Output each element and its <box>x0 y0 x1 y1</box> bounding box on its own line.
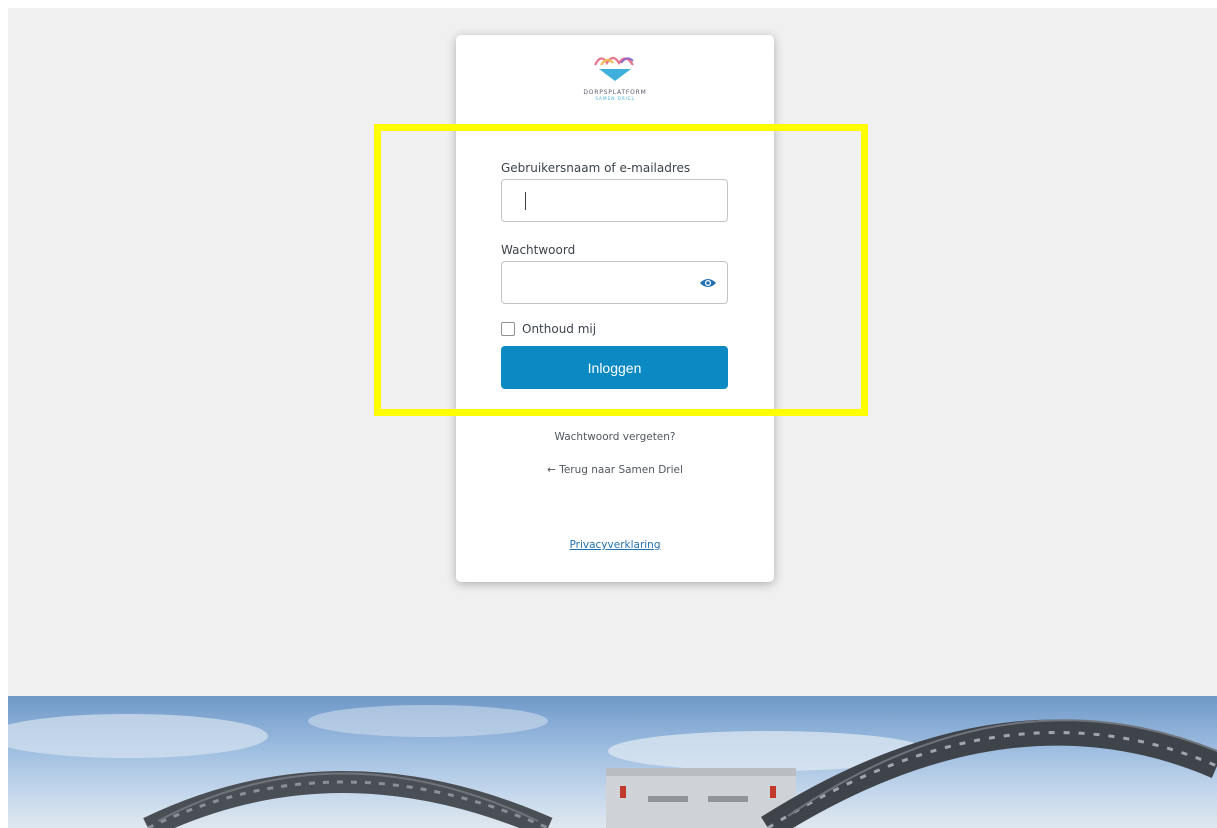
logo-subtitle: SAMEN DRIEL <box>595 97 635 102</box>
bridge-illustration <box>8 705 1217 828</box>
remember-me[interactable]: Onthoud mij <box>501 322 596 336</box>
password-input[interactable] <box>501 261 728 304</box>
page-background: DORPSPLATFORM SAMEN DRIEL Gebruikersnaam… <box>8 8 1217 828</box>
text-caret <box>525 192 526 210</box>
remember-label: Onthoud mij <box>522 322 597 336</box>
remember-checkbox[interactable] <box>501 322 515 336</box>
site-logo[interactable]: DORPSPLATFORM SAMEN DRIEL <box>456 53 774 123</box>
lost-password-link[interactable]: Wachtwoord vergeten? <box>456 431 774 443</box>
login-card: DORPSPLATFORM SAMEN DRIEL Gebruikersnaam… <box>456 35 774 582</box>
logo-icon <box>594 56 634 81</box>
login-button[interactable]: Inloggen <box>501 346 728 389</box>
bridge-photo <box>8 696 1217 828</box>
back-to-site-link[interactable]: ← Terug naar Samen Driel <box>456 464 774 476</box>
logo-title: DORPSPLATFORM <box>583 89 647 96</box>
privacy-link[interactable]: Privacyverklaring <box>456 539 774 551</box>
eye-icon[interactable] <box>699 275 717 291</box>
password-label: Wachtwoord <box>501 243 576 257</box>
username-input[interactable] <box>501 179 728 222</box>
username-label: Gebruikersnaam of e-mailadres <box>501 161 691 175</box>
